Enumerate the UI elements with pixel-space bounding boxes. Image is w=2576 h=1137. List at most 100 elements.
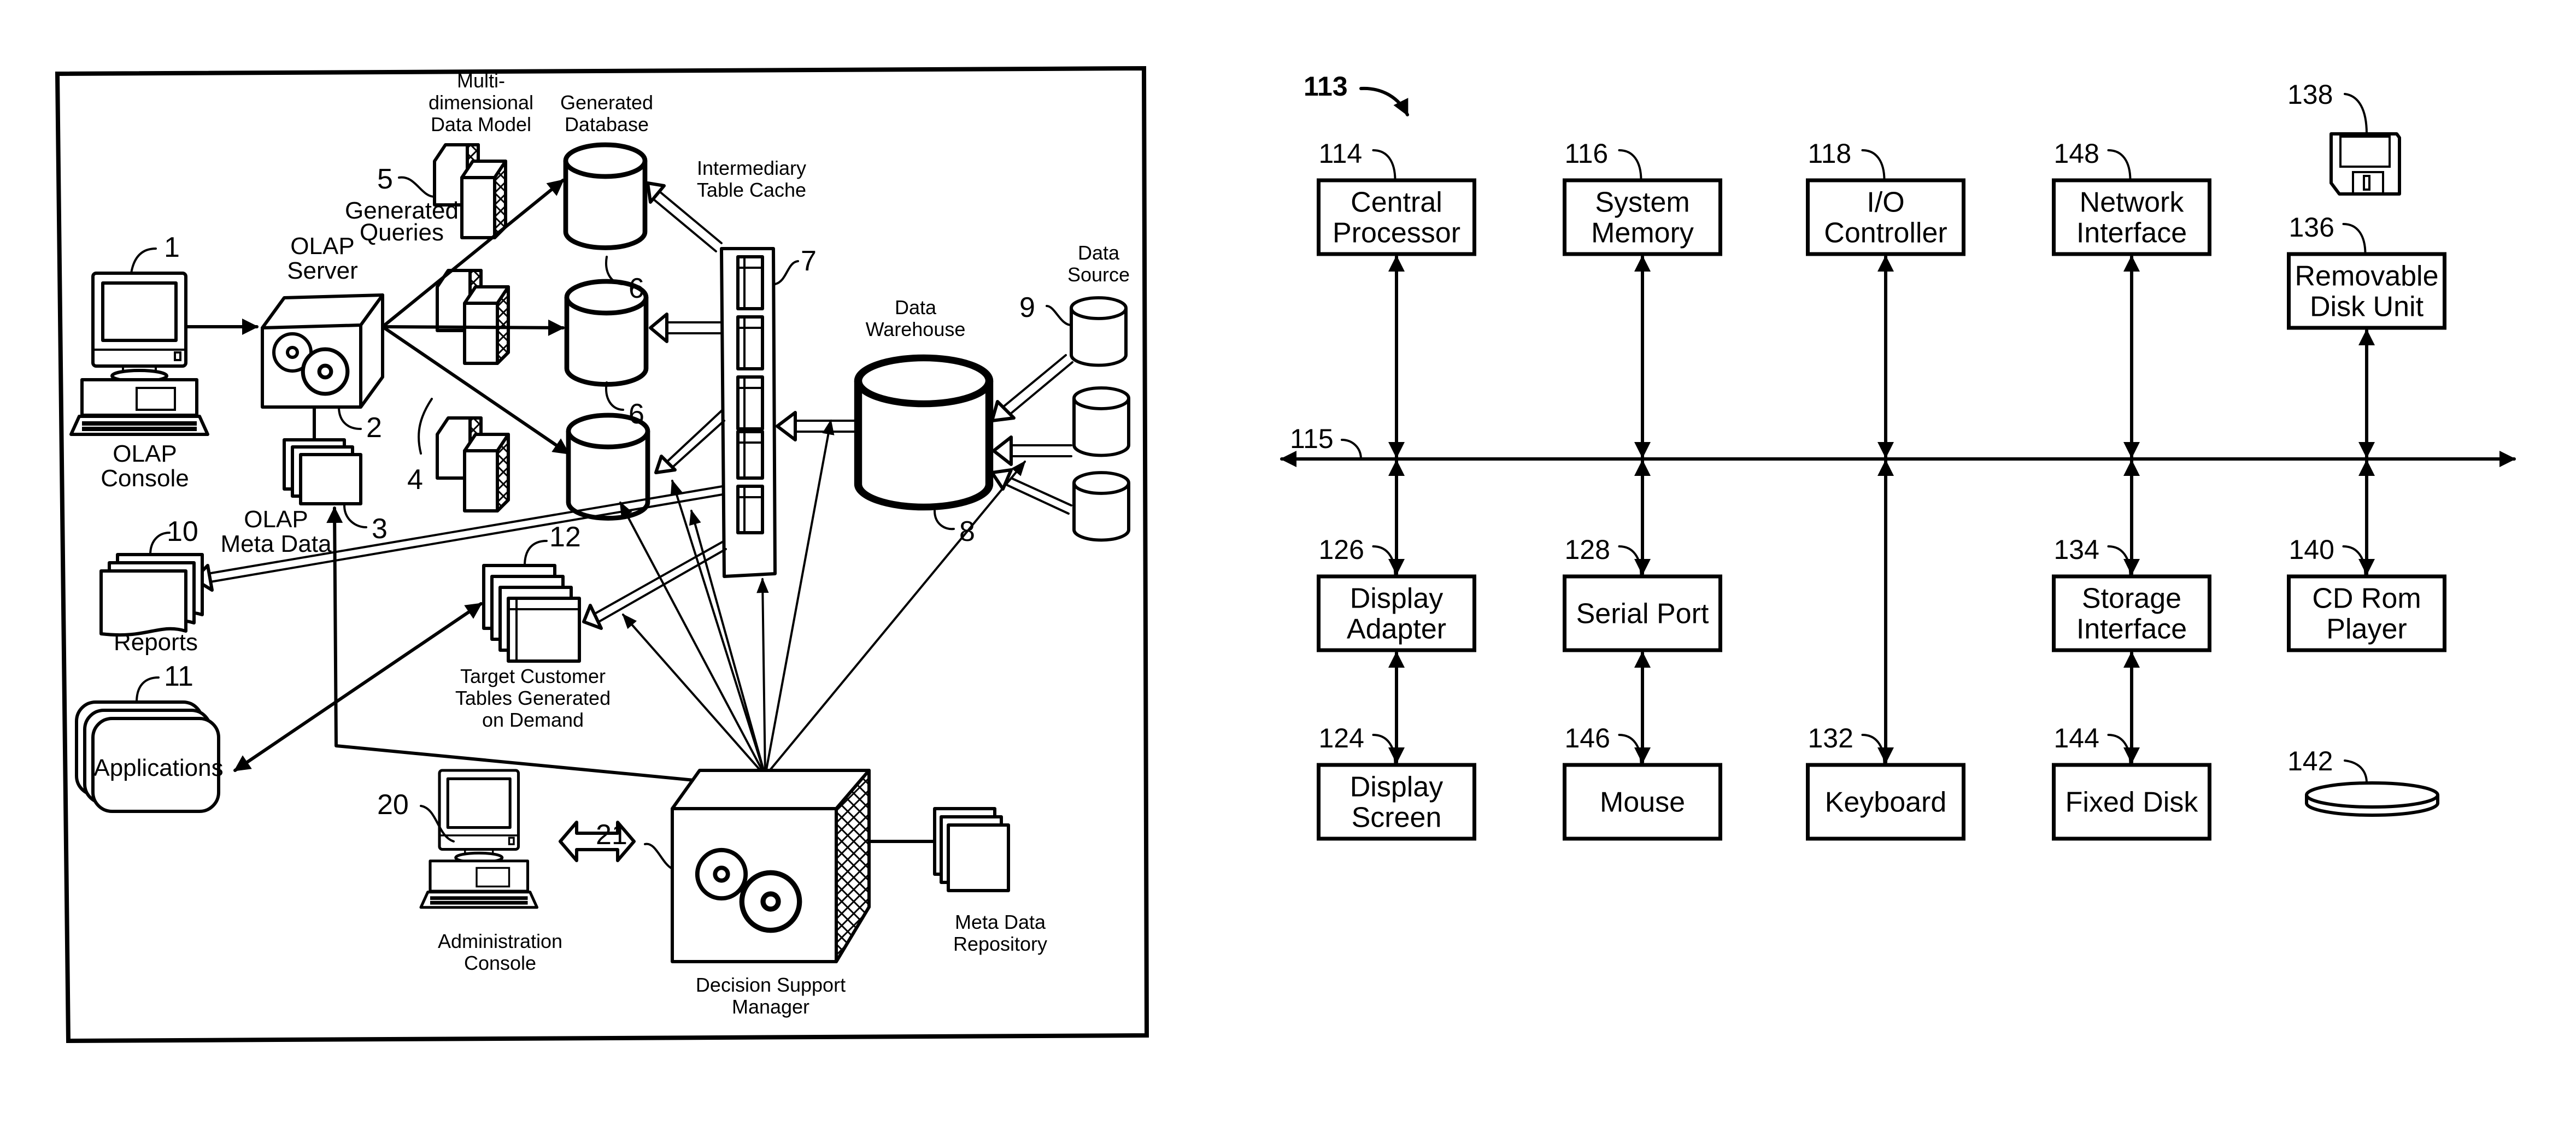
figure-pointer-arrow [1359,86,1409,116]
leader-line [524,540,548,567]
component-126-label: Adapter [1347,614,1446,645]
applications: Applications 11 [75,661,224,813]
db-label-1: Generated [560,91,653,114]
leader-line [1861,734,1886,766]
gear-icon [303,349,348,394]
ref-113: 113 [1304,71,1348,102]
ref-124: 124 [1319,723,1364,753]
component-114: CentralProcessor 114 [1317,138,1476,256]
leader-line [343,504,367,528]
leader-line [644,843,673,870]
olap-server-label-2: Server [287,257,358,284]
ref-9: 9 [1019,292,1035,323]
component-140-label: CD Rom [2312,583,2421,615]
hollow-arrow-source1-to-warehouse [990,354,1073,422]
target-label-3: on Demand [482,709,584,731]
target-label-1: Target Customer [460,665,606,687]
leader-line [2107,149,2132,181]
olap-console: OLAP Console 1 [71,232,208,492]
leader-line [136,676,160,703]
olap-server-label-1: OLAP [290,233,354,260]
component-114-label: Central [1351,187,1442,219]
component-124-label: Screen [1352,802,1442,834]
cache-label-1: Intermediary [697,157,806,179]
model-label-2: dimensional [429,91,533,114]
optical-disc: 142 [2287,746,2439,817]
ref-134: 134 [2054,534,2099,565]
ref-118: 118 [1808,138,1852,169]
data-source: Data Source 9 [1019,241,1130,540]
model-label-1: Multi- [457,69,505,92]
ref-3: 3 [372,513,388,545]
hollow-arrow-source2-to-warehouse [992,435,1072,466]
ref-12: 12 [549,521,581,553]
component-134-label: Interface [2076,614,2187,645]
hollow-arrow-source3-to-warehouse [990,468,1072,515]
leader-line [398,176,436,198]
ref-126: 126 [1319,534,1364,565]
olap-meta-data: OLAP Meta Data 3 [221,438,388,557]
olap-meta-data-label-2: Meta Data [221,531,332,557]
database-cylinder-icon [1074,388,1129,456]
queries-label-2: Queries [360,219,444,246]
leader-line [1046,305,1072,326]
component-124-label: Display [1350,771,1444,803]
ref-6b: 6 [629,398,644,430]
component-118-label: I/O [1867,187,1904,219]
admin-label-2: Console [464,952,536,974]
leader-line [2342,223,2367,255]
leader-line [1341,439,1362,460]
database-cylinder-icon [858,358,989,507]
ref-144: 144 [2054,723,2099,753]
database-cylinder-icon [566,145,645,248]
right-figure: 113 115 CentralProcessor 114 SystemMemory 1… [1280,71,2516,841]
arrow-applications-target-tables [233,602,483,772]
component-148: NetworkInterface 148 [2052,138,2211,256]
component-140-label: Player [2326,614,2407,645]
cache-table [736,315,764,370]
admin-label-1: Administration [438,930,562,952]
olap-console-label-2: Console [101,465,189,492]
ref-136: 136 [2289,212,2334,243]
leader-line [1618,734,1642,766]
reports-label: Reports [114,629,198,656]
database-cylinder-icon [1071,298,1126,366]
component-116-label: Memory [1591,217,1694,249]
ref-5: 5 [377,163,393,195]
leader-line [2342,545,2367,578]
component-136-label: Removable [2295,261,2438,292]
leader-line [2344,759,2368,784]
reports: Reports 10 [99,516,204,656]
dsm-label-1: Decision Support [696,974,846,996]
data-warehouse: Data Warehouse 8 [858,296,989,547]
leader-line [1618,149,1642,181]
component-146-label: Mouse [1600,787,1685,818]
db-label-2: Database [565,113,649,136]
ref-114: 114 [1319,138,1363,169]
ref-142: 142 [2287,746,2333,776]
leader-line [2107,545,2132,578]
cube-stack-icon [437,270,508,363]
component-148-label: Interface [2076,217,2187,249]
ref-146: 146 [1565,723,1610,753]
applications-label: Applications [93,755,223,781]
arrow-server-to-db2 [381,319,565,336]
cube-stack-icon [437,418,508,511]
component-116-label: System [1595,187,1689,219]
ref-2: 2 [366,412,382,444]
cache-table [736,375,764,431]
floppy-disk-icon [2329,132,2401,196]
document-stack-icon [283,438,362,505]
leader-line [338,406,362,430]
ref-1: 1 [164,232,180,263]
ref-148: 148 [2054,138,2099,169]
leader-line [934,510,955,531]
hollow-arrow-cache-to-db2 [649,313,723,343]
document-stack-icon [933,807,1010,892]
component-136: RemovableDisk Unit 136 [2287,212,2446,330]
ref-138: 138 [2287,79,2333,110]
meta-data-repository: Meta Data Repository [933,807,1047,955]
component-118: I/OController 118 [1806,138,1965,256]
optical-disc-icon [2305,781,2439,817]
cache-label-2: Table Cache [697,179,806,201]
